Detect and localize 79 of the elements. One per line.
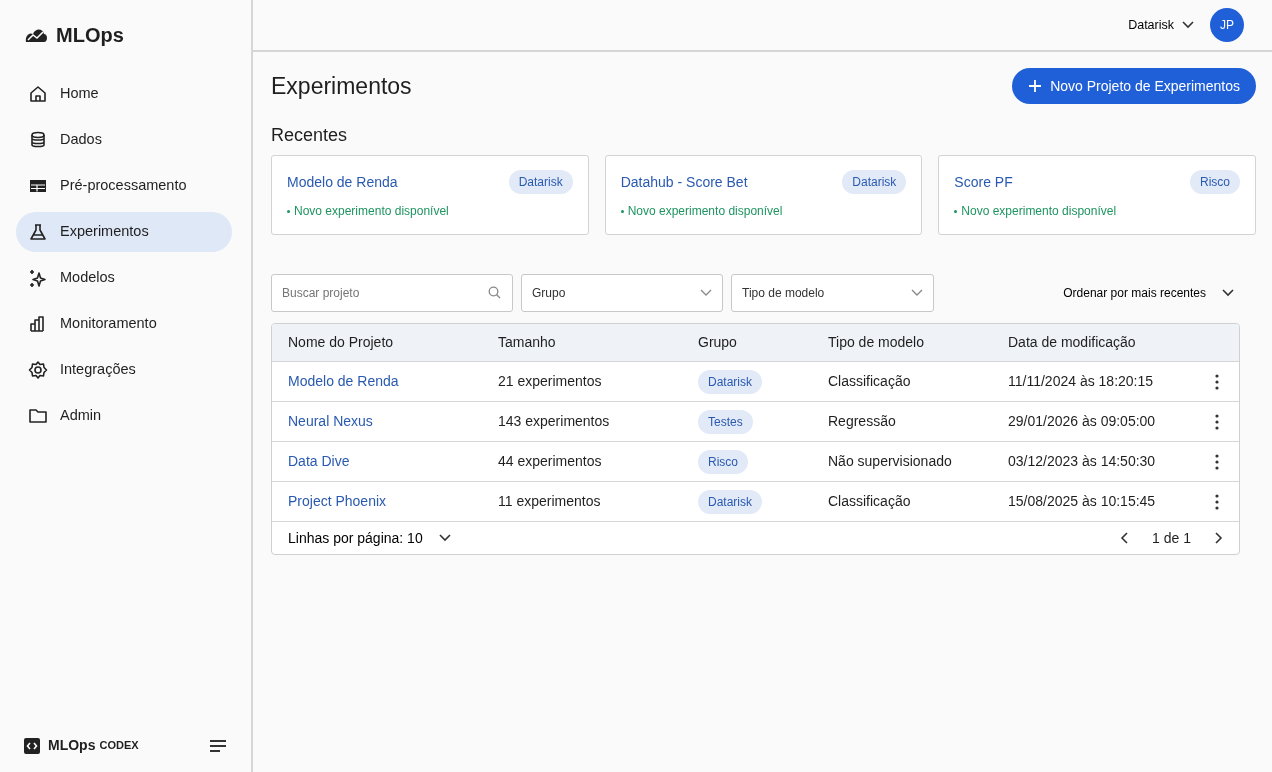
group-tag: Datarisk	[698, 369, 762, 394]
section-title: Recentes	[271, 124, 349, 147]
status-text: Novo experimento disponível	[627, 203, 783, 220]
status-dot	[287, 209, 290, 213]
chevron-down-icon	[1222, 289, 1234, 297]
project-link[interactable]: Score PF	[954, 171, 1013, 193]
status-text: Novo experimento disponível	[961, 203, 1117, 220]
code-icon	[24, 737, 40, 754]
search-field[interactable]: Buscar projeto	[271, 274, 513, 312]
database-icon	[28, 130, 48, 150]
product-suffix: CODEX	[99, 738, 139, 754]
group-tag: Testes	[698, 409, 753, 434]
next-page-icon[interactable]	[1215, 532, 1223, 544]
group-tag: Datarisk	[508, 170, 573, 194]
previous-page-icon[interactable]	[1120, 532, 1129, 544]
sidebar-item[interactable]: Integrações	[16, 350, 232, 390]
status-text: Novo experimento disponível	[294, 203, 449, 220]
project-link[interactable]: Modelo de Renda	[288, 371, 498, 392]
project-link[interactable]: Data Dive	[288, 451, 498, 472]
recent-project-card[interactable]: Score PF Risco Novo experimento disponível	[938, 155, 1256, 235]
project-link[interactable]: Modelo de Renda	[287, 171, 398, 193]
table-cell-text: 11 experimentos	[498, 492, 602, 511]
sidebar-item[interactable]: Monitoramento	[16, 304, 232, 344]
recent-project-card[interactable]: Datahub - Score Bet Datarisk Novo experimento disponível	[604, 155, 923, 235]
project-link[interactable]: Datahub - Score Bet	[620, 171, 748, 193]
column-header: Data de modificação	[1008, 333, 1137, 352]
group-tag: Risco	[698, 449, 748, 474]
table-cell-text: 11/11/2024 às 18:20:15	[1008, 372, 1155, 391]
sidebar-item[interactable]: Pré-processamento	[16, 166, 232, 206]
chevron-down-icon	[438, 534, 451, 542]
table-cell-text: Não supervisionado	[828, 452, 953, 471]
table-cell-text: 03/12/2023 às 14:50:30	[1008, 452, 1157, 471]
user-avatar[interactable]: JP	[1210, 8, 1244, 42]
sidebar-item[interactable]: Home	[16, 74, 232, 114]
sidebar-item[interactable]: Dados	[16, 120, 232, 160]
search-icon	[488, 286, 501, 299]
sidebar-item[interactable]: Modelos	[16, 258, 232, 298]
project-link[interactable]: Project Phoenix	[288, 491, 498, 512]
new-project-button[interactable]: Novo Projeto de Experimentos	[1012, 68, 1256, 104]
page-title: Experimentos	[271, 71, 412, 101]
chevron-down-icon	[700, 289, 712, 297]
status-dot	[620, 209, 624, 213]
sidebar-item[interactable]: Admin	[16, 396, 232, 436]
page-indicator: 1 de 1	[1152, 528, 1191, 548]
organization-dropdown[interactable]: Datarisk	[1128, 15, 1194, 35]
table-cell-text: 44 experimentos	[498, 452, 603, 471]
table-cell-text: Classificação	[828, 492, 912, 511]
table-cell-text: 21 experimentos	[498, 372, 603, 391]
status-dot	[954, 209, 958, 213]
folder-icon	[28, 406, 48, 426]
model-type-select[interactable]: Tipo de modelo	[731, 274, 934, 312]
recent-project-card[interactable]: Modelo de Renda Datarisk Novo experimento disponível	[271, 155, 589, 235]
flask-icon	[28, 222, 48, 242]
sidebar-item[interactable]: Experimentos	[16, 212, 232, 252]
sparkle-icon	[28, 268, 48, 288]
settings-icon	[28, 360, 48, 380]
column-header: Tipo de modelo	[828, 333, 925, 352]
home-icon	[28, 84, 48, 104]
table-cell-text: 29/01/2026 às 09:05:00	[1008, 412, 1157, 431]
group-tag: Risco	[1190, 170, 1240, 194]
sort-dropdown[interactable]: Ordenar por mais recentes	[1057, 283, 1240, 303]
table-cell-text: Classificação	[828, 372, 912, 391]
column-header: Grupo	[698, 333, 738, 352]
chevron-down-icon	[911, 289, 923, 297]
table-cell-text: Regressão	[828, 412, 897, 431]
group-tag: Datarisk	[842, 170, 907, 194]
table-cell-text: 15/08/2025 às 10:15:45	[1008, 492, 1157, 511]
column-header: Nome do Projeto	[288, 333, 395, 352]
rows-per-page-dropdown[interactable]: Linhas por página: 10	[288, 527, 451, 549]
menu-icon[interactable]	[209, 738, 227, 753]
group-select[interactable]: Grupo	[521, 274, 723, 312]
project-link[interactable]: Neural Nexus	[288, 411, 498, 432]
group-tag: Datarisk	[698, 489, 762, 514]
plus-icon	[1028, 79, 1043, 93]
product-name: MLOps	[48, 736, 96, 755]
table-cell-text: 143 experimentos	[498, 412, 611, 431]
app-name: MLOps	[56, 23, 124, 48]
column-header: Tamanho	[498, 333, 557, 352]
chevron-down-icon	[1182, 21, 1194, 29]
